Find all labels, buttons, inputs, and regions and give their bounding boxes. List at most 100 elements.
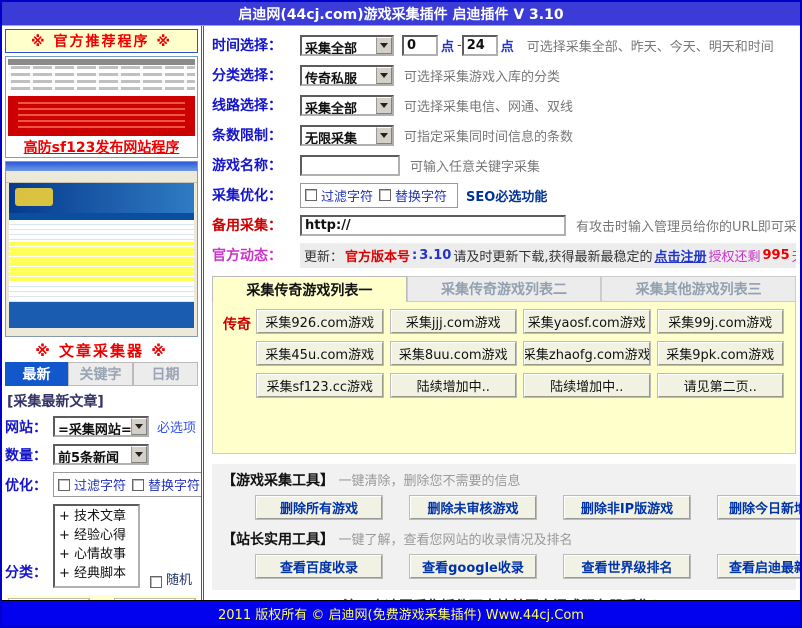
dropdown-arrow-icon[interactable]	[376, 127, 392, 144]
tab-latest[interactable]: 最新	[5, 362, 68, 386]
backup-row: 备用采集： 有攻击时输入管理员给你的URL即可采集	[212, 210, 796, 240]
collect-game-button[interactable]: 采集yaosf.com游戏	[524, 310, 650, 333]
limit-hint: 可指定采集同时间信息的条数	[404, 126, 573, 145]
collect-game-button[interactable]: 采集99j.com游戏	[658, 310, 784, 333]
collect-game-button[interactable]: 采集zhaofg.com游戏	[524, 342, 650, 365]
promo-browser-screenshot[interactable]	[5, 161, 198, 337]
collect-game-button[interactable]: 采集9pk.com游戏	[658, 342, 784, 365]
collect-game-button[interactable]: 采集45u.com游戏	[257, 342, 383, 365]
app-title: 启迪网(44cj.com)游戏采集插件 启迪插件 V 3.10	[238, 4, 563, 24]
sidebar-tabs: 最新 关键字 日期	[5, 362, 198, 386]
delete-today-games-button[interactable]: 删除今日新增游戏	[718, 496, 800, 519]
dropdown-arrow-icon[interactable]	[131, 446, 147, 463]
collect-game-button[interactable]: 采集sf123.cc游戏	[257, 374, 383, 397]
delete-all-games-button[interactable]: 删除所有游戏	[256, 496, 382, 519]
time-to-unit: 点	[501, 36, 514, 55]
time-from-input[interactable]	[402, 35, 438, 56]
game-tab-3[interactable]: 采集其他游戏列表三	[601, 276, 796, 302]
promo-site-link[interactable]: 高防sf123发布网站程序	[6, 138, 197, 158]
game-tools-buttons: 删除所有游戏 删除未审核游戏 删除非IP版游戏 删除今日新增游戏	[256, 496, 786, 519]
game-tab-2[interactable]: 采集传奇游戏列表二	[407, 276, 602, 302]
count-select[interactable]: 前5条新闻	[53, 444, 149, 465]
official-programs-header: ※ 官方推荐程序 ※	[5, 29, 198, 53]
promo-site-screenshot[interactable]: 高防sf123发布网站程序	[5, 56, 198, 158]
random-checkbox[interactable]	[150, 576, 162, 588]
footer-bar: 2011 版权所有 © 启迪网(免费游戏采集插件) Www.44cj.Com	[2, 600, 800, 626]
check-qidi-news-button[interactable]: 查看启迪最新动态	[718, 555, 800, 578]
tab-keyword[interactable]: 关键字	[68, 362, 133, 386]
game-name-input[interactable]	[300, 155, 400, 176]
official-programs-label: ※ 官方推荐程序 ※	[31, 31, 172, 51]
replace-chars-checkbox[interactable]	[132, 479, 144, 491]
collect-game-button[interactable]: 请见第二页..	[658, 374, 784, 397]
news-message: 请及时更新下载,获得最新最稳定的	[453, 246, 652, 265]
dropdown-arrow-icon[interactable]	[131, 418, 147, 435]
game-list-tabs: 采集传奇游戏列表一 采集传奇游戏列表二 采集其他游戏列表三	[212, 276, 796, 302]
promo-site-red-banner	[8, 96, 195, 136]
filter-chars-checkbox[interactable]	[305, 189, 317, 201]
tools-panel: 【游戏采集工具】 一键清除，删除您不需要的信息 删除所有游戏 删除未审核游戏 删…	[212, 464, 796, 590]
check-google-index-button[interactable]: 查看google收录	[410, 555, 536, 578]
backup-hint: 有攻击时输入管理员给你的URL即可采集	[576, 216, 796, 235]
auth-prefix: 授权还剩	[708, 246, 760, 265]
collect-game-button[interactable]: 采集926.com游戏	[257, 310, 383, 333]
delete-unreviewed-games-button[interactable]: 删除未审核游戏	[410, 496, 536, 519]
time-hint: 可选择采集全部、昨天、今天、明天和时间	[527, 36, 774, 55]
promo-site-headerbar	[8, 59, 195, 65]
dropdown-arrow-icon[interactable]	[376, 67, 392, 84]
site-label: 网站：	[5, 417, 53, 437]
collect-game-button[interactable]: 陆续增加中..	[391, 374, 517, 397]
random-wrap: 随机	[150, 504, 198, 588]
auth-days: 995	[762, 248, 789, 263]
limit-row: 条数限制： 无限采集 可指定采集同时间信息的条数	[212, 120, 796, 150]
collect-game-button[interactable]: 采集8uu.com游戏	[391, 342, 517, 365]
time-to-input[interactable]	[462, 35, 498, 56]
line-select-row: 线路选择： 采集全部 可选择采集电信、网通、双线	[212, 90, 796, 120]
category-select[interactable]: 传奇私服	[300, 65, 394, 86]
webmaster-tools-desc: 一键了解，查看您网站的收录情况及排名	[338, 533, 572, 548]
promo-page-nav	[9, 213, 194, 220]
category-item[interactable]: + 经典脚本	[59, 564, 134, 583]
category-item[interactable]: + 技术文章	[59, 507, 134, 526]
category-item[interactable]: + 心情故事	[59, 545, 134, 564]
promo-browser-statusbar	[6, 328, 197, 336]
time-label: 时间选择：	[212, 35, 300, 55]
tab-date[interactable]: 日期	[133, 362, 198, 386]
limit-select-value: 无限采集	[302, 127, 376, 144]
register-link[interactable]: 点击注册	[654, 246, 706, 265]
site-required-hint: 必选项	[157, 417, 196, 436]
article-collector-label: ※ 文章采集器 ※	[35, 340, 168, 361]
game-tab-1[interactable]: 采集传奇游戏列表一	[212, 276, 407, 302]
news-version-label: 官方版本号	[345, 246, 410, 265]
copyright-text: 2011 版权所有 © 启迪网(免费游戏采集插件) Www.44cj.Com	[218, 604, 584, 623]
dropdown-arrow-icon[interactable]	[376, 97, 392, 114]
check-world-rank-button[interactable]: 查看世界级排名	[564, 555, 690, 578]
promo-browser-page	[9, 183, 194, 328]
replace-chars-checkbox[interactable]	[379, 189, 391, 201]
check-baidu-index-button[interactable]: 查看百度收录	[256, 555, 382, 578]
filter-chars-checkbox[interactable]	[58, 479, 70, 491]
webmaster-tools-title-row: 【站长实用工具】 一键了解，查看您网站的收录情况及排名	[222, 529, 786, 549]
legend-side-label: 传奇	[217, 310, 257, 453]
game-name-label: 游戏名称：	[212, 155, 300, 175]
category-label: 分类：	[5, 504, 53, 582]
category-listbox[interactable]: + 技术文章 + 经验心得 + 心情故事 + 经典脚本	[53, 504, 140, 588]
news-row: 官方动态： 更新： 官方版本号 : 3.10 请及时更新下载,获得最新最稳定的 …	[212, 240, 796, 270]
news-version: 3.10	[419, 248, 451, 263]
backup-url-input[interactable]	[300, 215, 566, 236]
filter-chars-label: 过滤字符	[74, 475, 126, 494]
category-item[interactable]: + 经验心得	[59, 526, 134, 545]
limit-label: 条数限制：	[212, 125, 300, 145]
site-select[interactable]: =采集网站=	[53, 416, 149, 437]
line-select[interactable]: 采集全部	[300, 95, 394, 116]
dropdown-arrow-icon[interactable]	[376, 37, 392, 54]
promo-page-header	[9, 183, 194, 213]
replace-chars-label: 替换字符	[148, 475, 200, 494]
category-hint: 可选择采集游戏入库的分类	[404, 66, 560, 85]
collect-optimize-label: 采集优化：	[212, 185, 300, 205]
time-select[interactable]: 采集全部	[300, 35, 394, 56]
collect-game-button[interactable]: 陆续增加中..	[524, 374, 650, 397]
delete-non-ip-games-button[interactable]: 删除非IP版游戏	[564, 496, 690, 519]
collect-game-button[interactable]: 采集jjj.com游戏	[391, 310, 517, 333]
limit-select[interactable]: 无限采集	[300, 125, 394, 146]
